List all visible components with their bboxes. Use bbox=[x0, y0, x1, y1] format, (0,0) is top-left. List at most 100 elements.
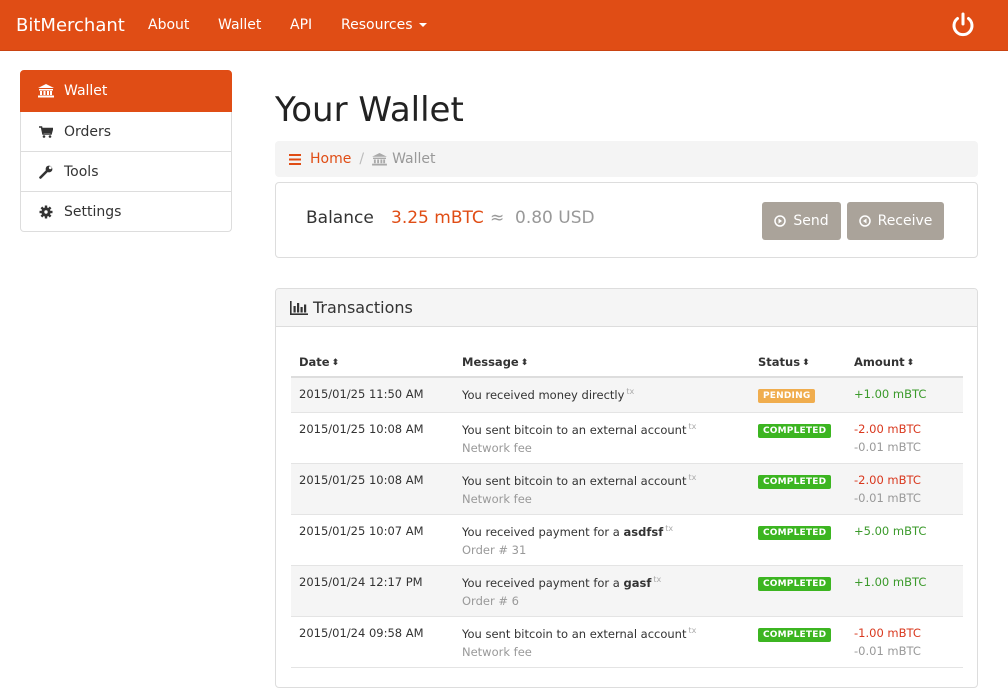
sidebar-item-settings[interactable]: Settings bbox=[20, 192, 232, 232]
bank-icon bbox=[38, 83, 54, 99]
cart-icon bbox=[38, 124, 54, 140]
tx-link[interactable]: tx bbox=[688, 626, 696, 635]
tx-message: You sent bitcoin to an external account t… bbox=[454, 463, 750, 515]
column-header-amount[interactable]: Amount ⬍ bbox=[846, 347, 963, 378]
tx-order-name: asdfsf bbox=[623, 524, 664, 539]
table-row[interactable]: 2015/01/25 10:08 AM You sent bitcoin to a… bbox=[291, 463, 963, 515]
table-row[interactable]: 2015/01/24 12:17 PM You received payment … bbox=[291, 565, 963, 617]
sidebar-item-label: Tools bbox=[64, 163, 99, 180]
sidebar-item-label: Settings bbox=[64, 203, 122, 220]
send-label: Send bbox=[793, 213, 829, 229]
column-header-date[interactable]: Date ⬍ bbox=[291, 347, 454, 378]
tx-link[interactable]: tx bbox=[665, 524, 673, 533]
caret-down-icon bbox=[418, 23, 427, 27]
tx-message: You received money directly tx bbox=[454, 377, 750, 413]
tx-link[interactable]: tx bbox=[688, 422, 696, 431]
sidebar-item-label: Orders bbox=[64, 123, 112, 140]
tx-message-text: You sent bitcoin to an external account bbox=[462, 422, 687, 437]
table-row[interactable]: 2015/01/25 10:07 AM You received payment … bbox=[291, 514, 963, 566]
tx-status: COMPLETED bbox=[750, 514, 846, 566]
receive-button[interactable]: Receive bbox=[847, 202, 944, 240]
nav-about[interactable]: About bbox=[148, 17, 189, 33]
tx-sub-message: Network fee bbox=[462, 644, 532, 659]
transactions-table: Date ⬍ Message ⬍ Status ⬍ Amount ⬍ 2015/01/2… bbox=[291, 347, 963, 668]
tx-sub-message: Network fee bbox=[462, 440, 532, 455]
table-row[interactable]: 2015/01/25 10:08 AM You sent bitcoin to a… bbox=[291, 412, 963, 464]
nav-wallet[interactable]: Wallet bbox=[218, 17, 261, 33]
arrow-circle-left-icon bbox=[858, 215, 871, 227]
tx-amount: +5.00 mBTC bbox=[846, 514, 963, 566]
table-row[interactable]: 2015/01/24 09:58 AM You sent bitcoin to a… bbox=[291, 616, 963, 668]
column-header-message[interactable]: Message ⬍ bbox=[454, 347, 750, 378]
tx-message-text: You sent bitcoin to an external account bbox=[462, 626, 687, 641]
tx-amount: -2.00 mBTC -0.01 mBTC bbox=[846, 412, 963, 464]
power-icon[interactable] bbox=[949, 11, 977, 39]
receive-label: Receive bbox=[877, 213, 933, 229]
table-row[interactable]: 2015/01/25 11:50 AM You received money di… bbox=[291, 377, 963, 413]
approx-sign: ≈ bbox=[490, 208, 505, 228]
balance-label: Balance bbox=[306, 208, 374, 228]
table-header-row: Date ⬍ Message ⬍ Status ⬍ Amount ⬍ bbox=[291, 347, 963, 378]
balance-usd-value: 0.80 USD bbox=[515, 208, 595, 228]
tx-status: PENDING bbox=[750, 377, 846, 413]
tx-status: COMPLETED bbox=[750, 565, 846, 617]
gear-icon bbox=[38, 204, 54, 220]
breadcrumb-current: Wallet bbox=[372, 151, 435, 167]
brand-logo[interactable]: BitMerchant bbox=[16, 15, 125, 36]
tx-link[interactable]: tx bbox=[653, 575, 661, 584]
tx-amount: -1.00 mBTC -0.01 mBTC bbox=[846, 616, 963, 668]
breadcrumb-home-label: Home bbox=[310, 151, 352, 167]
status-badge: PENDING bbox=[758, 389, 816, 403]
sidebar-item-orders[interactable]: Orders bbox=[20, 112, 232, 152]
tx-date: 2015/01/24 09:58 AM bbox=[291, 616, 454, 668]
tx-amount-value: +1.00 mBTC bbox=[854, 387, 927, 401]
page-title: Your Wallet bbox=[275, 90, 464, 130]
transactions-title: Transactions bbox=[313, 298, 413, 317]
bank-icon bbox=[372, 152, 387, 166]
breadcrumb: Home / Wallet bbox=[275, 141, 978, 177]
tx-order-name: gasf bbox=[623, 575, 652, 590]
arrow-circle-right-icon bbox=[774, 215, 787, 227]
send-button[interactable]: Send bbox=[762, 202, 841, 240]
nav-resources-dropdown[interactable]: Resources bbox=[341, 17, 427, 33]
tx-date: 2015/01/25 10:08 AM bbox=[291, 412, 454, 464]
bar-chart-icon bbox=[290, 300, 308, 315]
tx-fee-value: -0.01 mBTC bbox=[854, 490, 921, 505]
tx-status: COMPLETED bbox=[750, 412, 846, 464]
tx-amount-value: +1.00 mBTC bbox=[854, 574, 927, 589]
tx-message-text: You received money directly bbox=[462, 388, 625, 402]
tx-amount-value: -1.00 mBTC bbox=[854, 625, 921, 640]
tx-fee-value: -0.01 mBTC bbox=[854, 439, 921, 454]
sidebar-item-wallet[interactable]: Wallet bbox=[20, 70, 232, 112]
status-badge: COMPLETED bbox=[758, 525, 832, 540]
wrench-icon bbox=[38, 164, 54, 180]
status-badge: COMPLETED bbox=[758, 627, 832, 642]
menu-icon bbox=[289, 153, 301, 165]
breadcrumb-separator: / bbox=[359, 151, 365, 167]
tx-amount: -2.00 mBTC -0.01 mBTC bbox=[846, 463, 963, 515]
tx-amount-value: -2.00 mBTC bbox=[854, 472, 921, 487]
tx-status: COMPLETED bbox=[750, 616, 846, 668]
tx-message: You received payment for a gasf tx Order #… bbox=[454, 565, 750, 617]
tx-status: COMPLETED bbox=[750, 463, 846, 515]
transactions-panel: Transactions Date ⬍ Message ⬍ Status ⬍ Amou… bbox=[275, 288, 978, 688]
tx-date: 2015/01/25 10:08 AM bbox=[291, 463, 454, 515]
column-header-status[interactable]: Status ⬍ bbox=[750, 347, 846, 378]
tx-sub-message: Order # 31 bbox=[462, 542, 527, 557]
transactions-heading: Transactions bbox=[276, 289, 977, 327]
nav-resources-label: Resources bbox=[341, 17, 413, 33]
tx-link[interactable]: tx bbox=[626, 387, 634, 396]
nav-api[interactable]: API bbox=[290, 17, 312, 33]
tx-amount: +1.00 mBTC bbox=[846, 377, 963, 413]
sort-icon: ⬍ bbox=[906, 357, 915, 368]
status-badge: COMPLETED bbox=[758, 576, 832, 591]
tx-date: 2015/01/25 10:07 AM bbox=[291, 514, 454, 566]
status-badge: COMPLETED bbox=[758, 423, 832, 438]
tx-message-text: You sent bitcoin to an external account bbox=[462, 473, 687, 488]
tx-sub-message: Network fee bbox=[462, 491, 532, 506]
sort-icon: ⬍ bbox=[802, 357, 810, 368]
tx-link[interactable]: tx bbox=[688, 473, 696, 482]
breadcrumb-current-label: Wallet bbox=[392, 151, 436, 167]
breadcrumb-home-link[interactable]: Home bbox=[289, 151, 351, 167]
sidebar-item-tools[interactable]: Tools bbox=[20, 152, 232, 192]
